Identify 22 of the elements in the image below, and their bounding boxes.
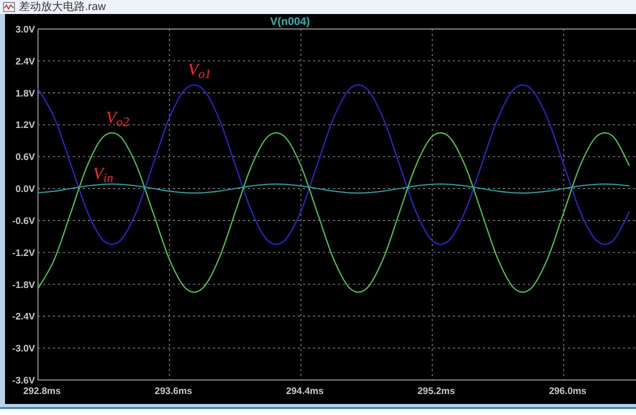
- window-title: 差动放大电路.raw: [19, 2, 106, 12]
- y-tick-label: -3.0V: [12, 344, 35, 355]
- y-tick-label: -1.2V: [12, 248, 35, 259]
- x-tick-label: 293.6ms: [154, 386, 192, 397]
- y-tick-label: 0.0V: [15, 184, 35, 196]
- y-tick-label: 1.2V: [15, 120, 35, 132]
- x-tick-label: 292.8ms: [23, 386, 61, 397]
- handwritten-label: V$_{o1}$: [188, 61, 212, 78]
- x-tick-label: 295.2ms: [418, 386, 456, 397]
- y-tick-label: -0.6V: [12, 216, 35, 227]
- y-tick-label: -1.8V: [12, 280, 35, 291]
- y-tick-label: 0.6V: [15, 152, 35, 164]
- y-tick-label: 1.8V: [15, 88, 35, 100]
- handwritten-label: V$_{o2}$: [106, 109, 130, 126]
- trace-title: V(n004): [270, 16, 310, 28]
- x-tick-label: 296.0ms: [548, 386, 586, 397]
- y-tick-label: 3.0V: [15, 24, 35, 36]
- y-tick-label: -3.6V: [12, 376, 35, 386]
- x-tick-label: 294.4ms: [286, 386, 324, 397]
- handwritten-label: V$_{in}$: [93, 165, 114, 182]
- y-tick-label: 2.4V: [15, 56, 35, 68]
- y-tick-label: -2.4V: [12, 312, 35, 323]
